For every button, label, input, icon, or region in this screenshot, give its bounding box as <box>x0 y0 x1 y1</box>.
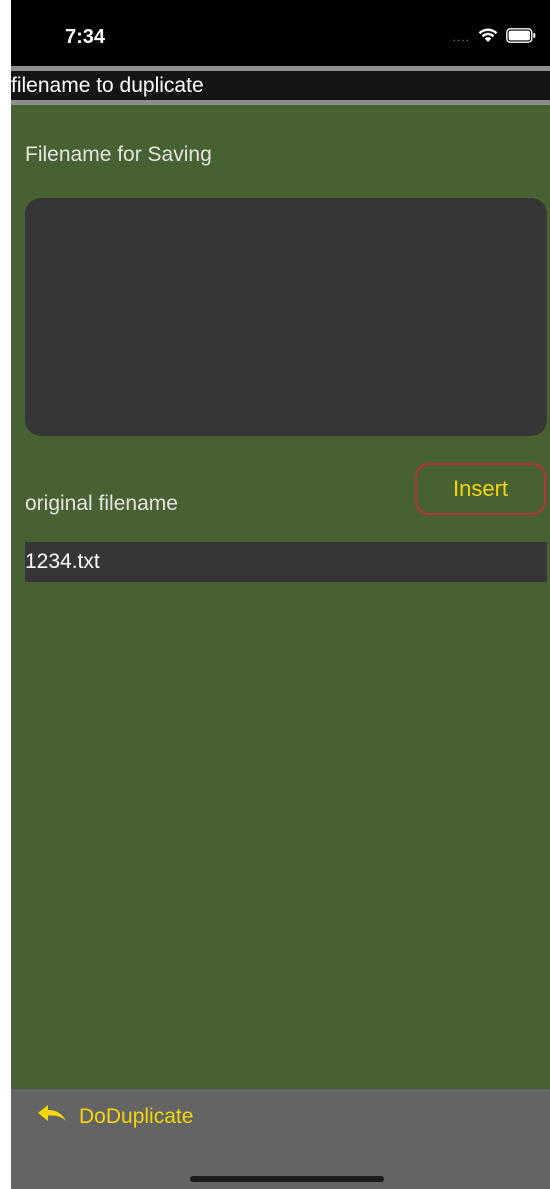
signal-icon: .... <box>452 30 470 44</box>
app-screen: 7:34 .... filename to duplicate Filename… <box>11 0 550 1189</box>
bottom-toolbar: DoDuplicate <box>11 1089 550 1189</box>
status-icons: .... <box>453 27 536 43</box>
home-indicator[interactable] <box>190 1176 384 1182</box>
insert-button[interactable]: Insert <box>415 463 546 515</box>
original-filename-field[interactable]: 1234.txt <box>25 542 547 582</box>
status-time: 7:34 <box>65 26 106 48</box>
window-edge <box>0 0 11 1189</box>
reply-arrow-icon <box>37 1103 67 1130</box>
wifi-icon <box>478 27 498 43</box>
title-bar: filename to duplicate <box>11 71 550 100</box>
original-filename-label: original filename <box>25 492 178 515</box>
do-duplicate-button[interactable]: DoDuplicate <box>37 1103 193 1130</box>
status-bar: 7:34 .... <box>11 0 550 66</box>
original-filename-value: 1234.txt <box>25 550 100 573</box>
do-duplicate-label: DoDuplicate <box>79 1104 194 1128</box>
main-content: Filename for Saving original filename In… <box>11 105 550 1089</box>
page-title: filename to duplicate <box>11 74 204 97</box>
filename-for-saving-field[interactable] <box>25 198 547 436</box>
battery-icon <box>506 27 536 43</box>
filename-for-saving-label: Filename for Saving <box>25 143 212 166</box>
